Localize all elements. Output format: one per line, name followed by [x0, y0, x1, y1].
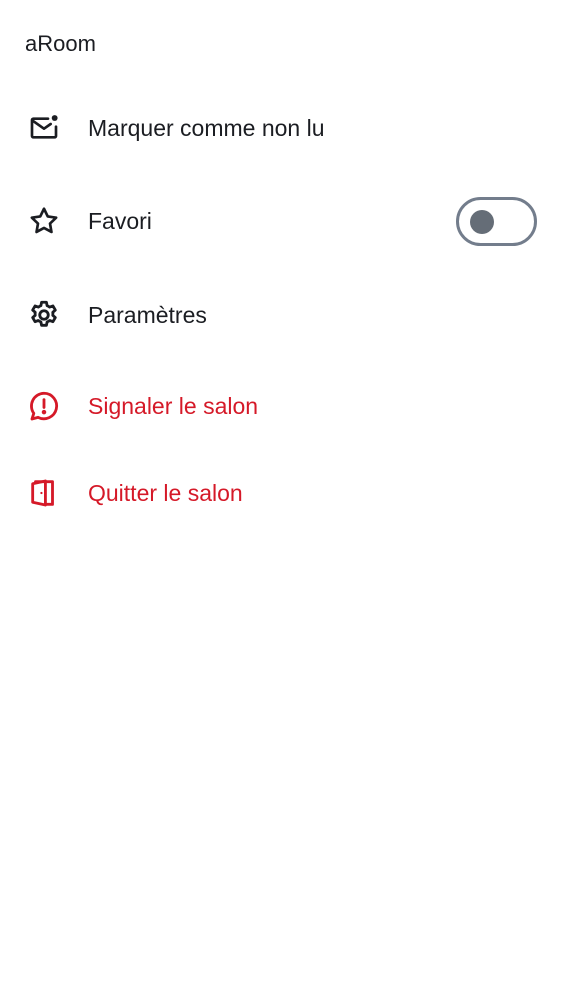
leave-door-icon: [26, 475, 62, 511]
menu-item-label: Marquer comme non lu: [88, 115, 325, 141]
menu-item-label: Favori: [88, 208, 152, 234]
favourite-toggle[interactable]: [456, 197, 537, 246]
toggle-knob: [470, 209, 494, 234]
menu-item-favourite[interactable]: Favori: [0, 177, 562, 265]
mark-unread-icon: [26, 110, 62, 146]
menu-item-label: Paramètres: [88, 302, 207, 328]
menu-item-label: Signaler le salon: [88, 393, 259, 419]
report-icon: [26, 388, 62, 424]
room-title: aRoom: [25, 31, 96, 56]
menu-item-settings[interactable]: Paramètres: [0, 271, 562, 359]
star-icon: [26, 203, 62, 239]
menu-item-label: Quitter le salon: [88, 480, 243, 506]
menu-item-report-room[interactable]: Signaler le salon: [0, 362, 562, 450]
gear-icon: [26, 297, 62, 333]
menu-item-leave-room[interactable]: Quitter le salon: [0, 449, 562, 537]
menu-item-mark-unread[interactable]: Marquer comme non lu: [0, 84, 562, 172]
